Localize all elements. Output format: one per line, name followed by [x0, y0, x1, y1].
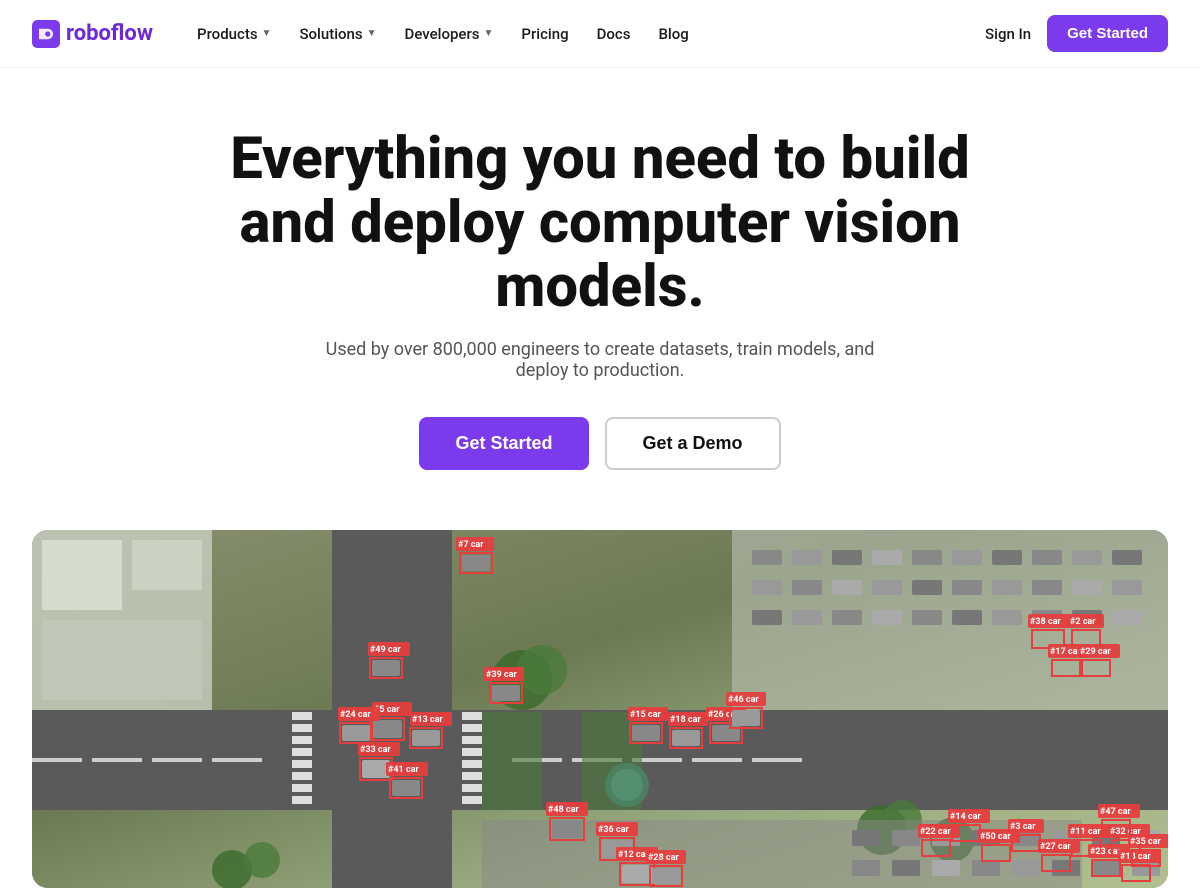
svg-text:#12 car: #12 car — [618, 850, 649, 860]
svg-text:#14 car: #14 car — [950, 812, 981, 822]
get-started-button-nav[interactable]: Get Started — [1047, 15, 1168, 52]
get-started-button-hero[interactable]: Get Started — [419, 417, 588, 470]
svg-text:#13 car: #13 car — [412, 715, 443, 725]
nav-right: Sign In Get Started — [985, 15, 1168, 52]
chevron-down-icon: ▼ — [483, 28, 493, 39]
chevron-down-icon: ▼ — [262, 28, 272, 39]
svg-text:#18 car: #18 car — [670, 715, 701, 725]
svg-text:#39 car: #39 car — [486, 670, 517, 680]
hero-title: Everything you need to build and deploy … — [190, 128, 1010, 319]
svg-text:#15 car: #15 car — [630, 710, 661, 720]
svg-text:#27 car: #27 car — [1040, 842, 1071, 852]
hero-subtitle: Used by over 800,000 engineers to create… — [300, 339, 900, 381]
navbar: roboflow Products ▼ Solutions ▼ Develope… — [0, 0, 1200, 68]
svg-text:#28 car: #28 car — [648, 853, 679, 863]
svg-text:#50 car: #50 car — [980, 832, 1011, 842]
svg-text:#2 car: #2 car — [1070, 617, 1096, 627]
nav-links: Products ▼ Solutions ▼ Developers ▼ Pric… — [185, 17, 985, 51]
nav-pricing[interactable]: Pricing — [509, 17, 580, 51]
svg-text:#7 car: #7 car — [458, 540, 484, 550]
svg-text:#24 car: #24 car — [340, 710, 371, 720]
svg-text:#22 car: #22 car — [920, 827, 951, 837]
nav-solutions[interactable]: Solutions ▼ — [287, 17, 388, 51]
sign-in-link[interactable]: Sign In — [985, 25, 1031, 43]
svg-text:#33 car: #33 car — [360, 745, 391, 755]
get-demo-button[interactable]: Get a Demo — [605, 417, 781, 470]
nav-blog[interactable]: Blog — [646, 17, 700, 51]
nav-docs[interactable]: Docs — [585, 17, 643, 51]
svg-text:#29 car: #29 car — [1080, 647, 1111, 657]
svg-text:#36 car: #36 car — [598, 825, 629, 835]
logo-text: roboflow — [66, 21, 153, 46]
svg-text:#38 car: #38 car — [1030, 617, 1061, 627]
svg-text:#49 car: #49 car — [370, 645, 401, 655]
svg-text:#41 car: #41 car — [388, 765, 419, 775]
svg-text:#47 car: #47 car — [1100, 807, 1131, 817]
nav-developers[interactable]: Developers ▼ — [393, 17, 506, 51]
svg-text:#3 car: #3 car — [1010, 822, 1036, 832]
hero-section: Everything you need to build and deploy … — [0, 68, 1200, 510]
svg-text:#48 car: #48 car — [548, 805, 579, 815]
chevron-down-icon: ▼ — [367, 28, 377, 39]
svg-text:#18 car: #18 car — [1120, 852, 1151, 862]
svg-text:#17 car: #17 car — [1050, 647, 1081, 657]
svg-text:#46 car: #46 car — [728, 695, 759, 705]
hero-buttons: Get Started Get a Demo — [419, 417, 780, 470]
aerial-scene: #5 car #13 car #33 car #41 car #24 car #… — [32, 530, 1168, 888]
svg-text:#35 car: #35 car — [1130, 837, 1161, 847]
nav-products[interactable]: Products ▼ — [185, 17, 283, 51]
svg-text:#11 car: #11 car — [1070, 827, 1101, 837]
logo[interactable]: roboflow — [32, 20, 153, 48]
demo-image-container: #5 car #13 car #33 car #41 car #24 car #… — [32, 530, 1168, 888]
